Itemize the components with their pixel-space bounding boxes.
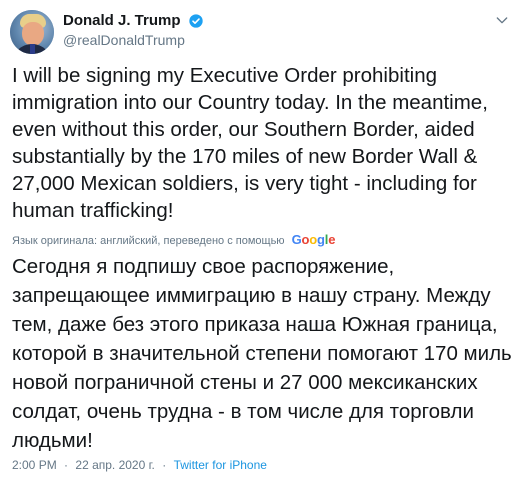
translation-notice: Язык оригинала: английский, переведено с…: [12, 232, 512, 247]
user-handle[interactable]: @realDonaldTrump: [63, 32, 204, 48]
translation-notice-text: Язык оригинала: английский, переведено с…: [12, 235, 285, 247]
tweet-time[interactable]: 2:00 PM: [12, 458, 57, 472]
translated-tweet-text: Сегодня я подпишу свое распоряжение, зап…: [12, 255, 512, 452]
avatar[interactable]: [10, 10, 54, 54]
google-logo: Google: [291, 232, 336, 247]
tweet-header: Donald J. Trump @realDonaldTrump: [10, 10, 510, 58]
separator: ·: [64, 458, 69, 472]
display-name[interactable]: Donald J. Trump: [63, 12, 181, 29]
tweet-source-link[interactable]: Twitter for iPhone: [174, 458, 267, 472]
tweet-date[interactable]: 22 апр. 2020 г.: [75, 458, 154, 472]
separator: ·: [162, 458, 167, 472]
tweet-text: I will be signing my Executive Order pro…: [12, 64, 488, 222]
tweet-meta: 2:00 PM · 22 апр. 2020 г. · Twitter for …: [12, 458, 267, 472]
tweet-card: Donald J. Trump @realDonaldTrump I will …: [0, 0, 526, 481]
chevron-down-icon[interactable]: [494, 12, 510, 28]
user-names: Donald J. Trump @realDonaldTrump: [63, 12, 204, 48]
verified-badge-icon: [189, 14, 203, 28]
